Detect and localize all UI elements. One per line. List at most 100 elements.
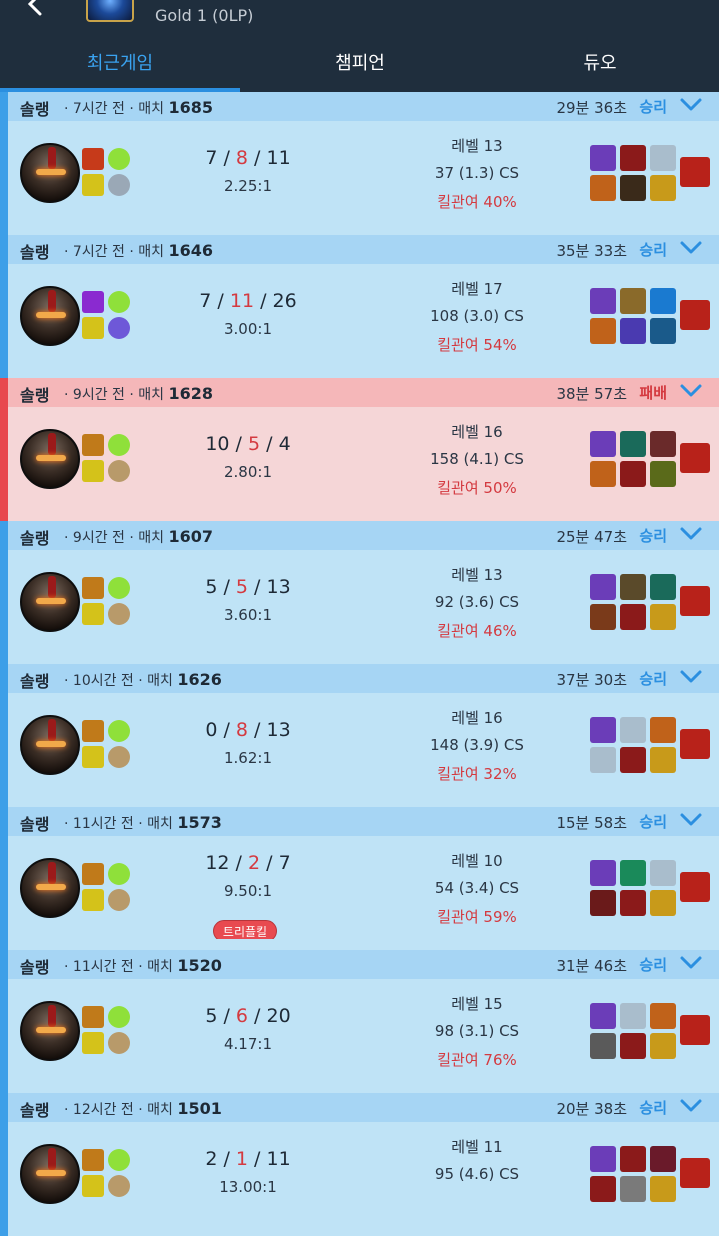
item-slot-1-icon <box>590 1146 616 1172</box>
match-header[interactable]: 솔랭 · 9시간 전 · 매치 1607 25분 47초 승리 <box>8 521 719 550</box>
helmet-visor <box>36 455 66 461</box>
champion-portrait <box>20 1144 80 1204</box>
item-slot-1-icon <box>590 1003 616 1029</box>
match-number: 1501 <box>177 1099 222 1118</box>
summoner-spell-1-icon <box>82 1149 104 1171</box>
result-stripe <box>0 378 8 521</box>
match-body: 12 / 2 / 7 9.50:1 트리플킬 레벨 10 54 (3.4) CS… <box>8 836 719 942</box>
match-header[interactable]: 솔랭 · 7시간 전 · 매치 1646 35분 33초 승리 <box>8 235 719 264</box>
match-card[interactable]: 솔랭 · 9시간 전 · 매치 1628 38분 57초 패배 10 / 5 /… <box>0 378 719 521</box>
match-card[interactable]: 솔랭 · 7시간 전 · 매치 1685 29분 36초 승리 7 / 8 / … <box>0 92 719 235</box>
chevron-down-icon[interactable] <box>679 667 703 687</box>
match-header[interactable]: 솔랭 · 12시간 전 · 매치 1501 20분 38초 승리 <box>8 1093 719 1122</box>
match-card[interactable]: 솔랭 · 9시간 전 · 매치 1607 25분 47초 승리 5 / 5 / … <box>0 521 719 664</box>
item-slot-3-icon <box>650 431 676 457</box>
queue-type: 솔랭 <box>20 1101 50 1120</box>
item-slot-5-icon <box>620 890 646 916</box>
chevron-down-icon[interactable] <box>679 953 703 973</box>
result-stripe <box>0 664 8 807</box>
match-body: 7 / 8 / 11 2.25:1 레벨 13 37 (1.3) CS 킬관여 … <box>8 121 719 224</box>
item-slot-4-icon <box>590 461 616 487</box>
primary-rune-icon <box>108 434 130 456</box>
kda-score: 10 / 5 / 4 <box>205 433 291 455</box>
card-spacer <box>8 1225 719 1236</box>
chevron-down-icon[interactable] <box>679 524 703 544</box>
deaths: 1 <box>235 1148 248 1170</box>
trinket-ward-icon <box>680 300 710 330</box>
match-header[interactable]: 솔랭 · 11시간 전 · 매치 1573 15분 58초 승리 <box>8 807 719 836</box>
match-card[interactable]: 솔랭 · 12시간 전 · 매치 1501 20분 38초 승리 2 / 1 /… <box>0 1093 719 1236</box>
match-header[interactable]: 솔랭 · 11시간 전 · 매치 1520 31분 46초 승리 <box>8 950 719 979</box>
match-body: 10 / 5 / 4 2.80:1 레벨 16 158 (4.1) CS 킬관여… <box>8 407 719 510</box>
item-slot-5-icon <box>620 747 646 773</box>
item-slot-6-icon <box>650 1033 676 1059</box>
match-header[interactable]: 솔랭 · 9시간 전 · 매치 1628 38분 57초 패배 <box>8 378 719 407</box>
secondary-rune-icon <box>108 174 130 196</box>
queue-type: 솔랭 <box>20 243 50 262</box>
kills: 5 <box>205 1005 218 1027</box>
item-slot-6-icon <box>650 175 676 201</box>
match-label: 매치 <box>138 101 165 117</box>
back-arrow-icon[interactable] <box>22 0 48 18</box>
item-slot-1-icon <box>590 717 616 743</box>
summoner-spell-2-icon <box>82 174 104 196</box>
helmet-visor <box>36 598 66 604</box>
champion-level: 레벨 16 <box>451 709 503 727</box>
game-duration: 25분 47초 <box>556 528 627 546</box>
creep-score: 148 (3.9) CS <box>430 736 524 754</box>
rank-text: Gold 1 (0LP) <box>155 6 254 25</box>
match-number: 1607 <box>168 527 214 546</box>
champion-portrait <box>20 858 80 918</box>
primary-rune-icon <box>108 148 130 170</box>
game-duration: 35분 33초 <box>556 242 627 260</box>
champion-portrait <box>20 429 80 489</box>
trinket-ward-icon <box>680 586 710 616</box>
match-card[interactable]: 솔랭 · 11시간 전 · 매치 1573 15분 58초 승리 12 / 2 … <box>0 807 719 950</box>
match-meta: · 11시간 전 · 매치 1520 <box>64 956 222 975</box>
assists: 13 <box>266 576 291 598</box>
item-slot-3-icon <box>650 860 676 886</box>
match-label: 매치 <box>138 530 165 546</box>
match-header[interactable]: 솔랭 · 7시간 전 · 매치 1685 29분 36초 승리 <box>8 92 719 121</box>
match-meta: · 7시간 전 · 매치 1646 <box>64 241 214 260</box>
kill-participation: 킬관여 59% <box>437 908 517 926</box>
match-card[interactable]: 솔랭 · 11시간 전 · 매치 1520 31분 46초 승리 5 / 6 /… <box>0 950 719 1093</box>
item-slot-1-icon <box>590 860 616 886</box>
chevron-down-icon[interactable] <box>679 95 703 115</box>
card-spacer <box>8 510 719 521</box>
primary-rune-icon <box>108 1149 130 1171</box>
tab-recent-games[interactable]: 최근게임 <box>0 44 240 92</box>
item-slot-2-icon <box>620 717 646 743</box>
primary-rune-icon <box>108 863 130 885</box>
chevron-down-icon[interactable] <box>679 381 703 401</box>
creep-score: 158 (4.1) CS <box>430 450 524 468</box>
chevron-down-icon[interactable] <box>679 1096 703 1116</box>
kda-ratio: 1.62:1 <box>224 749 272 767</box>
secondary-rune-icon <box>108 460 130 482</box>
match-card[interactable]: 솔랭 · 10시간 전 · 매치 1626 37분 30초 승리 0 / 8 /… <box>0 664 719 807</box>
item-slot-2-icon <box>620 1146 646 1172</box>
match-body: 0 / 8 / 13 1.62:1 레벨 16 148 (3.9) CS 킬관여… <box>8 693 719 796</box>
kda-score: 5 / 5 / 13 <box>205 576 291 598</box>
secondary-rune-icon <box>108 603 130 625</box>
card-spacer <box>8 653 719 664</box>
result-stripe <box>0 950 8 1093</box>
assists: 13 <box>266 719 291 741</box>
secondary-rune-icon <box>108 1032 130 1054</box>
match-header[interactable]: 솔랭 · 10시간 전 · 매치 1626 37분 30초 승리 <box>8 664 719 693</box>
assists: 4 <box>278 433 291 455</box>
champion-level: 레벨 13 <box>451 566 503 584</box>
game-result: 승리 <box>639 241 667 259</box>
summoner-spell-2-icon <box>82 460 104 482</box>
champion-level: 레벨 10 <box>451 852 503 870</box>
deaths: 5 <box>248 433 261 455</box>
tab-duo[interactable]: 듀오 <box>480 44 719 92</box>
helmet-crest <box>48 147 56 169</box>
trinket-ward-icon <box>680 1158 710 1188</box>
chevron-down-icon[interactable] <box>679 238 703 258</box>
chevron-down-icon[interactable] <box>679 810 703 830</box>
match-card[interactable]: 솔랭 · 7시간 전 · 매치 1646 35분 33초 승리 7 / 11 /… <box>0 235 719 378</box>
kills: 5 <box>205 576 218 598</box>
result-stripe <box>0 235 8 378</box>
tab-champions[interactable]: 챔피언 <box>240 44 480 92</box>
